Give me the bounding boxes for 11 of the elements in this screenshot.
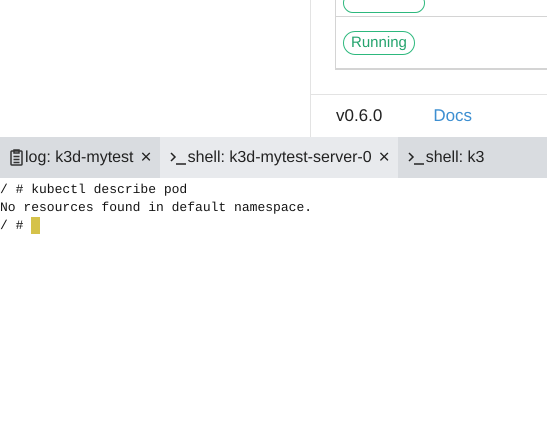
clipboard-icon <box>10 149 23 166</box>
status-badge: Running <box>343 30 415 54</box>
terminal-line: No resources found in default namespace. <box>0 199 314 217</box>
terminal-line: / # kubectl describe pod <box>0 181 188 199</box>
version-label: v0.6.0 <box>336 106 382 126</box>
terminal-prompt: / # <box>0 218 24 233</box>
terminal-icon <box>408 150 424 164</box>
close-icon[interactable]: × <box>378 146 390 168</box>
close-icon[interactable]: × <box>140 146 152 168</box>
terminal-tab[interactable]: shell: k3d-mytest-server-0 × <box>160 137 398 178</box>
terminal-icon <box>170 150 186 164</box>
